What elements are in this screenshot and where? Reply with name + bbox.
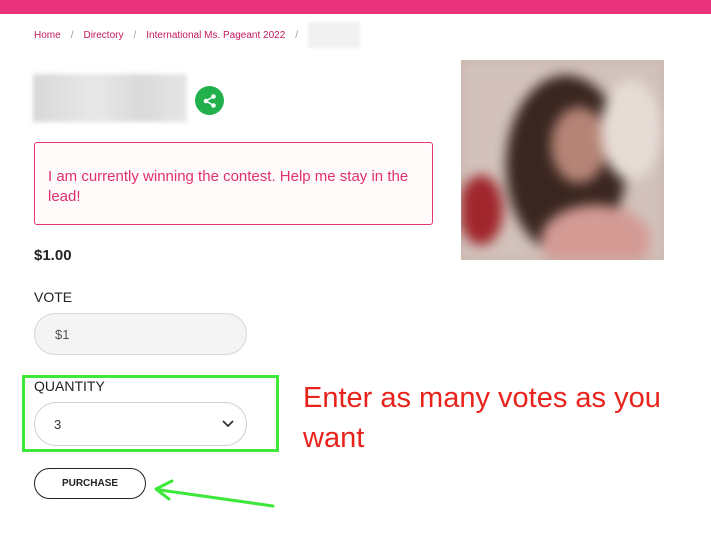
lead-message: I am currently winning the contest. Help… <box>48 168 409 205</box>
breadcrumb-pageant[interactable]: International Ms. Pageant 2022 <box>146 30 285 41</box>
breadcrumb-home[interactable]: Home <box>34 30 61 41</box>
purchase-button[interactable]: PURCHASE <box>34 468 146 499</box>
vote-price: $1.00 <box>34 247 72 264</box>
breadcrumb: Home / Directory / International Ms. Pag… <box>34 22 361 48</box>
breadcrumb-separator: / <box>295 29 299 41</box>
quantity-value: 3 <box>54 416 62 432</box>
annotation-text: Enter as many votes as you want <box>303 382 661 454</box>
breadcrumb-current-redacted <box>308 22 361 48</box>
quantity-select[interactable]: 3 <box>34 402 247 446</box>
lead-message-box: I am currently winning the contest. Help… <box>34 142 433 225</box>
quantity-label: QUANTITY <box>34 378 105 394</box>
share-button[interactable] <box>195 86 224 115</box>
chevron-down-icon <box>222 420 234 428</box>
vote-amount-input[interactable] <box>34 313 247 355</box>
breadcrumb-separator: / <box>133 29 137 41</box>
contestant-name-redacted <box>33 74 187 122</box>
annotation-arrow-icon <box>154 479 275 508</box>
top-brand-bar <box>0 0 711 14</box>
breadcrumb-separator: / <box>70 29 74 41</box>
vote-label: VOTE <box>34 289 73 305</box>
breadcrumb-directory[interactable]: Directory <box>83 30 123 41</box>
share-icon <box>203 93 216 108</box>
contestant-photo-blurred <box>461 60 664 260</box>
